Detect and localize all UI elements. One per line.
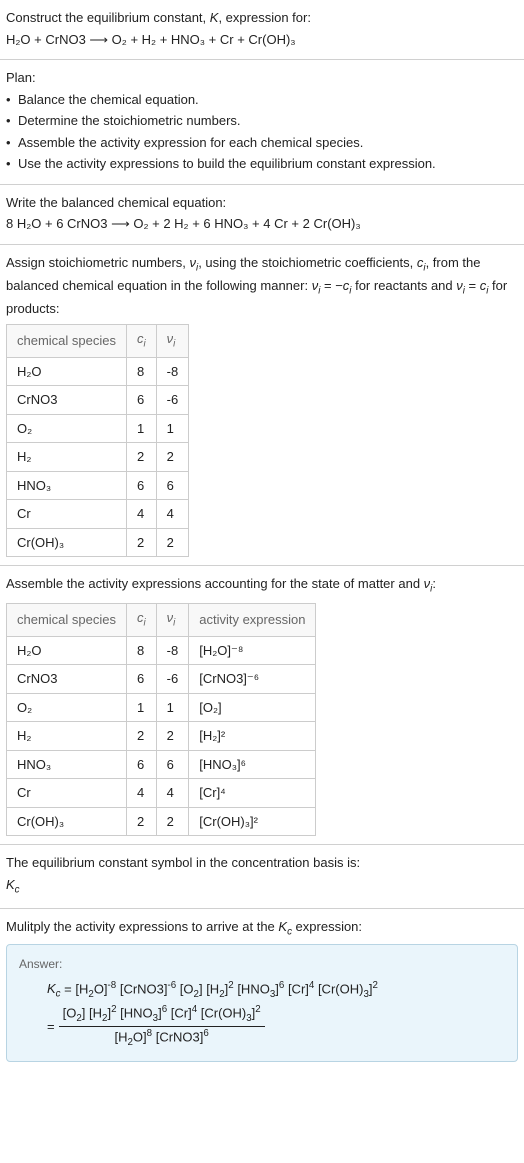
table-row: Cr(OH)₃22[Cr(OH)₃]² bbox=[7, 807, 316, 836]
stoich-table: chemical species ci νi H₂O8-8 CrNO36-6 O… bbox=[6, 324, 189, 557]
activity-table: chemical species ci νi activity expressi… bbox=[6, 603, 316, 836]
stoich-section: Assign stoichiometric numbers, νi, using… bbox=[0, 245, 524, 566]
col-ni: νi bbox=[156, 604, 189, 636]
plan-item: •Determine the stoichiometric numbers. bbox=[6, 111, 518, 131]
plan-item: •Balance the chemical equation. bbox=[6, 90, 518, 110]
multiply-section: Mulitply the activity expressions to arr… bbox=[0, 909, 524, 1070]
prompt-section: Construct the equilibrium constant, K, e… bbox=[0, 0, 524, 59]
col-ci: ci bbox=[127, 604, 157, 636]
fraction-denominator: [H2O]8 [CrNO3]6 bbox=[59, 1027, 265, 1051]
table-row: Cr44 bbox=[7, 500, 189, 529]
fraction-numerator: [O2] [H2]2 [HNO3]6 [Cr]4 [Cr(OH)3]2 bbox=[59, 1003, 265, 1028]
answer-label: Answer: bbox=[19, 955, 505, 973]
col-species: chemical species bbox=[7, 604, 127, 636]
answer-box: Answer: Kc = [H2O]-8 [CrNO3]-6 [O2] [H2]… bbox=[6, 944, 518, 1062]
table-row: H₂O8-8[H₂O]⁻⁸ bbox=[7, 636, 316, 665]
col-ni: νi bbox=[156, 325, 189, 357]
activity-section: Assemble the activity expressions accoun… bbox=[0, 566, 524, 844]
symbol-line1: The equilibrium constant symbol in the c… bbox=[6, 853, 518, 873]
symbol-section: The equilibrium constant symbol in the c… bbox=[0, 845, 524, 908]
table-row: H₂22 bbox=[7, 443, 189, 472]
fraction: [O2] [H2]2 [HNO3]6 [Cr]4 [Cr(OH)3]2 [H2O… bbox=[59, 1003, 265, 1051]
prompt-equation: H₂O + CrNO3 ⟶ O₂ + H₂ + HNO₃ + Cr + Cr(O… bbox=[6, 30, 518, 50]
answer-flat: Kc = [H2O]-8 [CrNO3]-6 [O2] [H2]2 [HNO3]… bbox=[47, 979, 505, 1003]
balanced-title: Write the balanced chemical equation: bbox=[6, 193, 518, 213]
table-row: HNO₃66 bbox=[7, 471, 189, 500]
table-row: O₂11 bbox=[7, 414, 189, 443]
symbol-kc: Kc bbox=[6, 875, 518, 898]
plan-item: •Use the activity expressions to build t… bbox=[6, 154, 518, 174]
table-row: CrNO36-6[CrNO3]⁻⁶ bbox=[7, 665, 316, 694]
table-row: H₂22[H₂]² bbox=[7, 722, 316, 751]
multiply-title: Mulitply the activity expressions to arr… bbox=[6, 917, 518, 940]
stoich-intro: Assign stoichiometric numbers, νi, using… bbox=[6, 253, 518, 319]
table-header-row: chemical species ci νi bbox=[7, 325, 189, 357]
table-row: CrNO36-6 bbox=[7, 386, 189, 415]
answer-fraction: = [O2] [H2]2 [HNO3]6 [Cr]4 [Cr(OH)3]2 [H… bbox=[47, 1003, 505, 1051]
balanced-equation: 8 H₂O + 6 CrNO3 ⟶ O₂ + 2 H₂ + 6 HNO₃ + 4… bbox=[6, 214, 518, 234]
plan-item: •Assemble the activity expression for ea… bbox=[6, 133, 518, 153]
table-row: Cr44[Cr]⁴ bbox=[7, 779, 316, 808]
col-ci: ci bbox=[127, 325, 157, 357]
table-header-row: chemical species ci νi activity expressi… bbox=[7, 604, 316, 636]
table-row: O₂11[O₂] bbox=[7, 693, 316, 722]
table-row: Cr(OH)₃22 bbox=[7, 528, 189, 557]
balanced-section: Write the balanced chemical equation: 8 … bbox=[0, 185, 524, 244]
plan-section: Plan: •Balance the chemical equation. •D… bbox=[0, 60, 524, 184]
col-species: chemical species bbox=[7, 325, 127, 357]
plan-title: Plan: bbox=[6, 68, 518, 88]
equals-sign: = bbox=[47, 1017, 55, 1037]
col-expr: activity expression bbox=[189, 604, 316, 636]
activity-intro: Assemble the activity expressions accoun… bbox=[6, 574, 518, 597]
table-row: HNO₃66[HNO₃]⁶ bbox=[7, 750, 316, 779]
table-row: H₂O8-8 bbox=[7, 357, 189, 386]
prompt-line: Construct the equilibrium constant, K, e… bbox=[6, 8, 518, 28]
